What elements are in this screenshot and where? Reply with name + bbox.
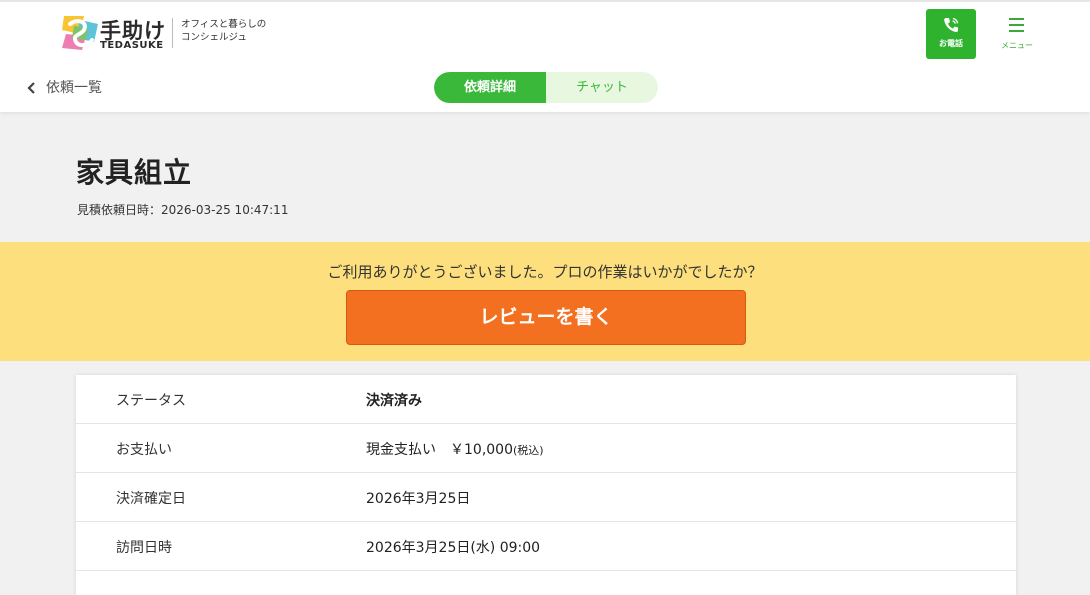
review-prompt: ご利用ありがとうございました。プロの作業はいかがでしたか？ — [327, 263, 763, 281]
menu-icon — [1009, 18, 1024, 32]
phone-button[interactable]: お電話 — [926, 9, 976, 59]
detail-label: 決済確定日 — [116, 491, 186, 507]
tagline: オフィスと暮らしの コンシェルジュ — [172, 18, 282, 48]
detail-value: 2026年3月25日 — [366, 491, 471, 507]
sub-navigation: 依頼一覧 依頼詳細 チャット — [0, 62, 1090, 112]
tab-chat[interactable]: チャット — [546, 72, 658, 103]
page-title: 家具組立 — [76, 156, 193, 189]
phone-icon — [944, 17, 959, 33]
logo-mark-icon — [62, 16, 98, 50]
menu-button[interactable]: メニュー — [996, 14, 1038, 56]
detail-row-settlement-date: 決済確定日 2026年3月25日 — [76, 473, 1016, 522]
detail-label: 訪問日時 — [116, 540, 172, 556]
tagline-line2: コンシェルジュ — [181, 32, 247, 43]
detail-row-payment: お支払い 現金支払い ￥10,000(税込) — [76, 424, 1016, 473]
detail-value: 決済済み — [366, 393, 422, 409]
detail-value: 2026年3月25日(水) 09:00 — [366, 540, 541, 556]
tagline-line1: オフィスと暮らしの — [181, 19, 267, 30]
payment-amount: 現金支払い ￥10,000 — [366, 442, 513, 458]
request-date: 見積依頼日時：2026-03-25 10:47:11 — [77, 203, 289, 217]
detail-value: 現金支払い ￥10,000(税込) — [366, 439, 544, 459]
back-link-label: 依頼一覧 — [46, 80, 102, 96]
site-header: 手助け TEDASUKE オフィスと暮らしの コンシェルジュ お電話 メニュー — [0, 0, 1090, 62]
details-card: ステータス 決済済み お支払い 現金支払い ￥10,000(税込) 決済確定日 … — [76, 375, 1016, 595]
tab-request-detail[interactable]: 依頼詳細 — [434, 72, 546, 103]
detail-label: ステータス — [116, 393, 186, 409]
review-banner: ご利用ありがとうございました。プロの作業はいかがでしたか？ レビューを書く — [0, 242, 1090, 361]
site-logo[interactable]: 手助け TEDASUKE — [60, 14, 172, 54]
logo-en: TEDASUKE — [100, 40, 164, 51]
detail-label: お支払い — [116, 442, 172, 458]
phone-label: お電話 — [939, 39, 963, 48]
menu-label: メニュー — [1001, 41, 1033, 50]
write-review-button[interactable]: レビューを書く — [346, 290, 746, 345]
detail-row-visit-datetime: 訪問日時 2026年3月25日(水) 09:00 — [76, 522, 1016, 571]
detail-tabs: 依頼詳細 チャット — [434, 72, 658, 103]
detail-row-status: ステータス 決済済み — [76, 375, 1016, 424]
chevron-left-icon — [27, 82, 35, 94]
tax-note: (税込) — [513, 444, 544, 457]
